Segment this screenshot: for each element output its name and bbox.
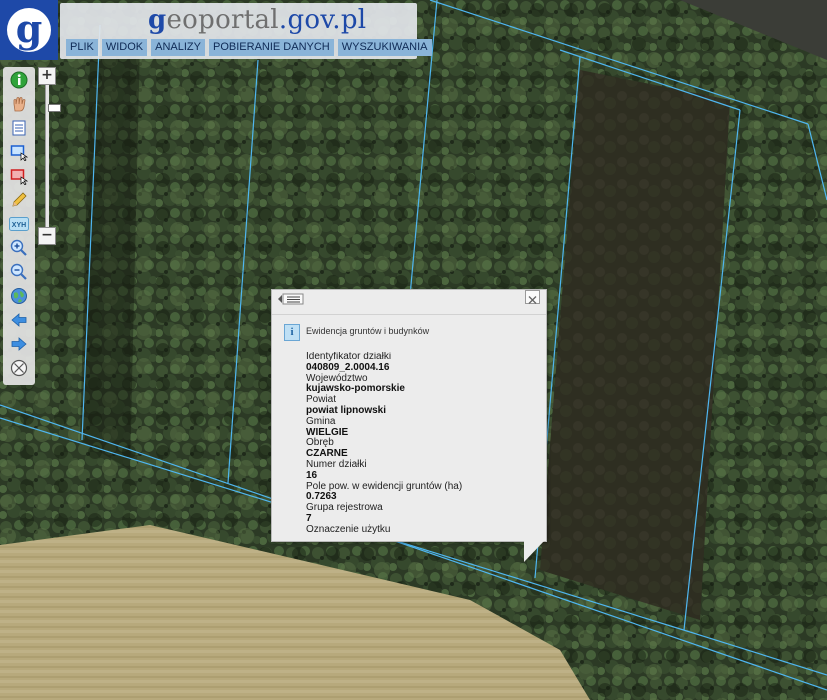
list-view-icon bbox=[278, 293, 304, 305]
field-value: WIELGIE bbox=[306, 426, 349, 438]
brand-prefix: g bbox=[148, 5, 167, 35]
zoom-track[interactable] bbox=[45, 85, 61, 227]
legend-list-icon[interactable] bbox=[9, 118, 29, 138]
menu-widok[interactable]: WIDOK bbox=[101, 39, 148, 56]
field-value: powiat lipnowski bbox=[306, 404, 387, 416]
main-menu: PLIK WIDOK ANALIZY POBIERANIE DANYCH WYS… bbox=[66, 39, 432, 56]
info-icon[interactable] bbox=[9, 70, 29, 90]
popup-close-button[interactable] bbox=[525, 290, 540, 304]
logo-letter: g bbox=[7, 8, 51, 52]
xyh-coordinates-icon[interactable]: XYH bbox=[9, 214, 29, 234]
field-value: 040809_2.0004.16 bbox=[306, 361, 390, 373]
zoom-in-icon[interactable] bbox=[9, 238, 29, 258]
field-label: Gmina bbox=[306, 415, 336, 427]
menu-pobieranie-danych[interactable]: POBIERANIE DANYCH bbox=[209, 39, 334, 56]
arrow-forward-icon[interactable] bbox=[9, 334, 29, 354]
clear-selection-icon[interactable] bbox=[9, 166, 29, 186]
zoom-slider: + − bbox=[38, 67, 61, 245]
info-icon: i bbox=[284, 324, 300, 341]
list-view-button[interactable] bbox=[277, 290, 305, 305]
arrow-back-icon[interactable] bbox=[9, 310, 29, 330]
field-label: Oznaczenie użytku bbox=[306, 523, 391, 535]
zoom-minus-button[interactable]: − bbox=[38, 227, 56, 245]
close-icon bbox=[528, 296, 537, 304]
menu-plik[interactable]: PLIK bbox=[66, 39, 98, 56]
zoom-thumb[interactable] bbox=[48, 104, 61, 112]
popup-header bbox=[272, 290, 546, 315]
menu-analizy[interactable]: ANALIZY bbox=[151, 39, 205, 56]
select-rectangle-icon[interactable] bbox=[9, 142, 29, 162]
hand-pan-icon[interactable] bbox=[9, 94, 29, 114]
field-value: 16 bbox=[306, 469, 318, 481]
field-value: kujawsko-pomorskie bbox=[306, 383, 405, 395]
popup-pointer bbox=[524, 540, 545, 562]
zoom-plus-button[interactable]: + bbox=[38, 67, 56, 85]
field-label: Numer działki bbox=[306, 458, 367, 470]
geoportal-logo[interactable]: g bbox=[0, 0, 58, 60]
popup-section-title: Ewidencja gruntów i budynków bbox=[306, 326, 430, 336]
map-toolbar: XYH bbox=[3, 67, 35, 385]
parcel-attributes[interactable]: Identyfikator działki 040809_2.0004.16 W… bbox=[306, 352, 538, 539]
feature-info-popup: i Ewidencja gruntów i budynków Identyfik… bbox=[271, 289, 547, 542]
compass-icon[interactable] bbox=[9, 358, 29, 378]
field-label: Pole pow. w ewidencji gruntów (ha) bbox=[306, 480, 463, 492]
zoom-out-icon[interactable] bbox=[9, 262, 29, 282]
xyh-label: XYH bbox=[12, 222, 26, 229]
pencil-measure-icon[interactable] bbox=[9, 190, 29, 210]
menu-wyszukiwania[interactable]: WYSZUKIWANIA bbox=[337, 39, 432, 56]
brand-title: geoportal.gov.pl bbox=[148, 5, 366, 35]
brand-name: eoportal bbox=[166, 5, 279, 35]
globe-full-extent-icon[interactable] bbox=[9, 286, 29, 306]
field-label: Grupa rejestrowa bbox=[306, 502, 383, 514]
brand-domain: .gov.pl bbox=[278, 5, 367, 35]
top-header: geoportal.gov.pl PLIK WIDOK ANALIZY POBI… bbox=[60, 3, 432, 59]
